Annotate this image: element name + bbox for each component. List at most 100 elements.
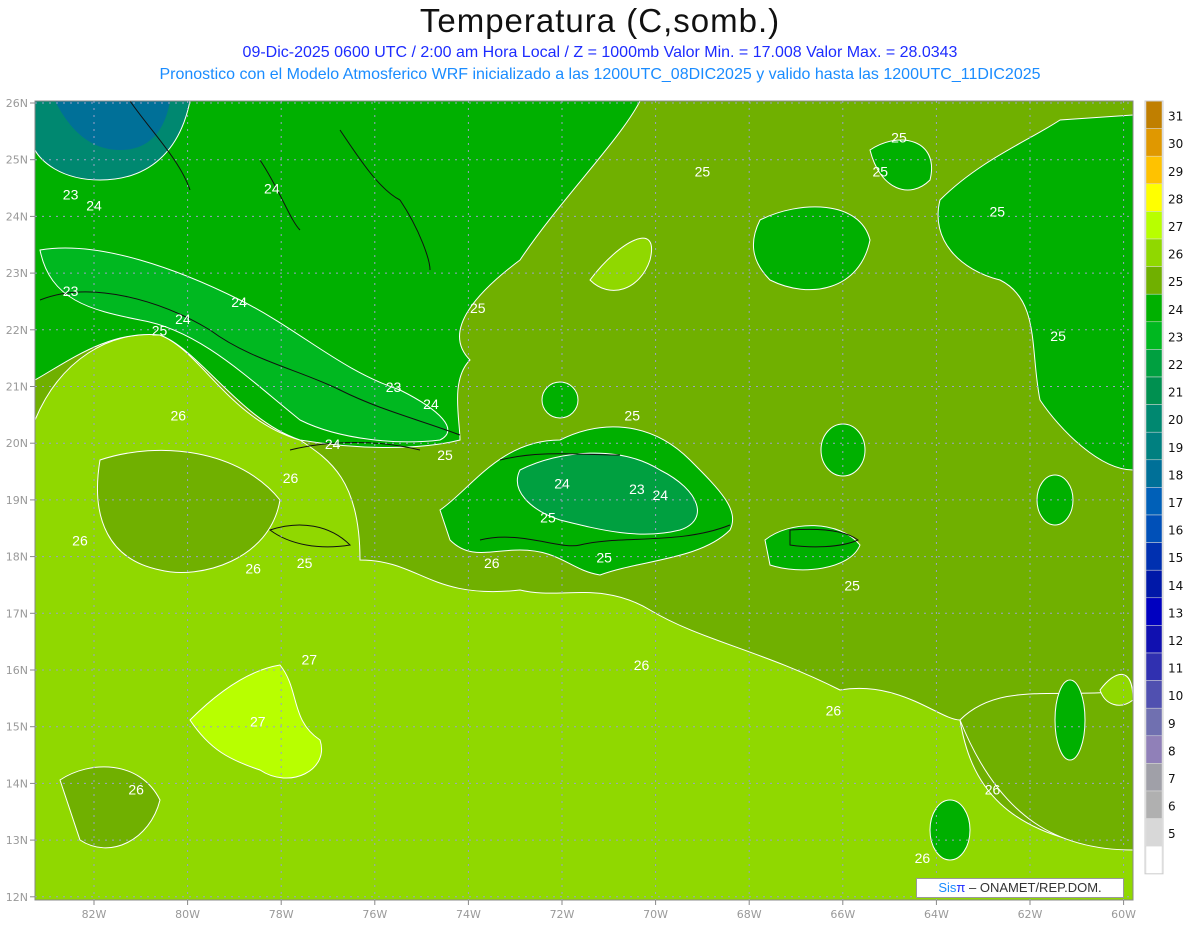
lon-label: 66W <box>830 908 855 921</box>
contour-label: 25 <box>872 164 888 180</box>
lat-label: 22N <box>6 324 28 337</box>
colorbar-label: 30 <box>1168 137 1183 151</box>
colorbar-label: 22 <box>1168 358 1183 372</box>
temperature-field <box>35 101 1133 900</box>
lon-label: 62W <box>1018 908 1043 921</box>
colorbar-label: 6 <box>1168 800 1176 814</box>
colorbar-swatch <box>1145 569 1163 599</box>
lat-label: 19N <box>6 494 28 507</box>
colorbar-swatch <box>1145 238 1163 267</box>
colorbar-swatch <box>1145 845 1163 875</box>
colorbar-swatch <box>1145 597 1163 626</box>
contour-label: 26 <box>634 657 650 673</box>
colorbar-swatch <box>1145 790 1163 819</box>
colorbar-label: 19 <box>1168 441 1183 455</box>
temperature-map: 23 24 24 23 24 24 25 25 23 24 24 25 26 26 26 26 25 26 25 24… <box>6 97 1184 921</box>
colorbar-swatch <box>1145 321 1163 350</box>
colorbar-label: 10 <box>1168 689 1183 703</box>
lon-label: 64W <box>924 908 949 921</box>
contour-label: 25 <box>437 447 453 463</box>
contour-label: 25 <box>596 549 612 565</box>
colorbar-swatch <box>1145 680 1163 709</box>
contour-label: 26 <box>245 561 261 577</box>
colorbar-label: 28 <box>1168 192 1183 206</box>
colorbar-swatch <box>1145 735 1163 764</box>
credit-box: Sisπ – ONAMET/REP.DOM. <box>916 878 1124 898</box>
colorbar-label: 17 <box>1168 496 1183 510</box>
contour-label: 26 <box>826 702 842 718</box>
credit-sis: Sis <box>938 880 957 895</box>
contour-label: 26 <box>283 470 299 486</box>
colorbar-label: 15 <box>1168 551 1183 565</box>
contour-label: 26 <box>170 408 186 424</box>
lat-label: 12N <box>6 891 28 904</box>
contour-label: 27 <box>250 714 266 730</box>
lon-label: 72W <box>550 908 575 921</box>
colorbar-swatch <box>1145 487 1163 516</box>
contour-label: 25 <box>989 203 1005 219</box>
colorbar-swatch <box>1145 293 1163 323</box>
contour-label: 24 <box>325 436 341 452</box>
colorbar-swatch <box>1145 763 1163 792</box>
contour-label: 25 <box>624 408 640 424</box>
contour-label: 24 <box>423 396 439 412</box>
contour-label: 25 <box>1050 328 1066 344</box>
colorbar-label: 24 <box>1168 303 1183 317</box>
colorbar-swatch <box>1145 128 1163 157</box>
colorbar: 31 30 29 28 27 26 25 24 23 22 21 20 19 18 17 16 15 14 13 12… <box>1144 100 1183 875</box>
contour-label: 23 <box>63 186 79 202</box>
contour-label: 25 <box>891 130 907 146</box>
colorbar-swatch <box>1145 100 1163 129</box>
contour-label: 23 <box>629 481 645 497</box>
colorbar-label: 8 <box>1168 744 1176 758</box>
lat-label: 13N <box>6 834 28 847</box>
lon-label: 80W <box>175 908 200 921</box>
colorbar-label: 26 <box>1168 248 1183 262</box>
contour-label: 25 <box>297 555 313 571</box>
colorbar-label: 14 <box>1168 579 1183 593</box>
contour-label: 24 <box>231 294 247 310</box>
contour-label: 26 <box>484 555 500 571</box>
colorbar-swatch <box>1145 349 1163 378</box>
lon-label: 82W <box>82 908 107 921</box>
lat-label: 17N <box>6 607 28 620</box>
colorbar-label: 29 <box>1168 165 1183 179</box>
contour-label: 27 <box>301 651 317 667</box>
contour-label: 23 <box>63 283 79 299</box>
colorbar-swatch <box>1145 542 1163 571</box>
contour-label: 25 <box>152 322 168 338</box>
colorbar-label: 18 <box>1168 468 1183 482</box>
lat-label: 18N <box>6 551 28 564</box>
colorbar-swatch <box>1145 376 1163 405</box>
contour-label: 25 <box>470 300 486 316</box>
colorbar-swatch <box>1145 211 1163 240</box>
contour-label: 26 <box>985 782 1001 798</box>
contour-label: 25 <box>844 578 860 594</box>
colorbar-swatch <box>1145 266 1163 295</box>
contour-label: 23 <box>386 379 402 395</box>
contour-label: 26 <box>915 850 931 866</box>
lat-label: 25N <box>6 154 28 167</box>
colorbar-swatch <box>1145 652 1163 681</box>
colorbar-swatch <box>1145 625 1163 654</box>
lon-label: 74W <box>456 908 481 921</box>
lat-label: 20N <box>6 437 28 450</box>
colorbar-label: 27 <box>1168 220 1183 234</box>
colorbar-swatch <box>1145 155 1163 185</box>
colorbar-swatch <box>1145 459 1163 488</box>
colorbar-label: 31 <box>1168 110 1183 124</box>
lon-label: 68W <box>737 908 762 921</box>
colorbar-label: 9 <box>1168 717 1176 731</box>
colorbar-label: 13 <box>1168 606 1183 620</box>
credit-org: – ONAMET/REP.DOM. <box>965 880 1102 895</box>
colorbar-label: 7 <box>1168 772 1176 786</box>
contour-label: 24 <box>264 181 280 197</box>
contour-label: 26 <box>72 532 88 548</box>
lat-label: 16N <box>6 664 28 677</box>
lat-label: 24N <box>6 210 28 223</box>
contour-label: 24 <box>554 476 570 492</box>
colorbar-label: 21 <box>1168 386 1183 400</box>
lon-label: 78W <box>269 908 294 921</box>
colorbar-swatch <box>1145 404 1163 433</box>
contour-label: 25 <box>695 164 711 180</box>
